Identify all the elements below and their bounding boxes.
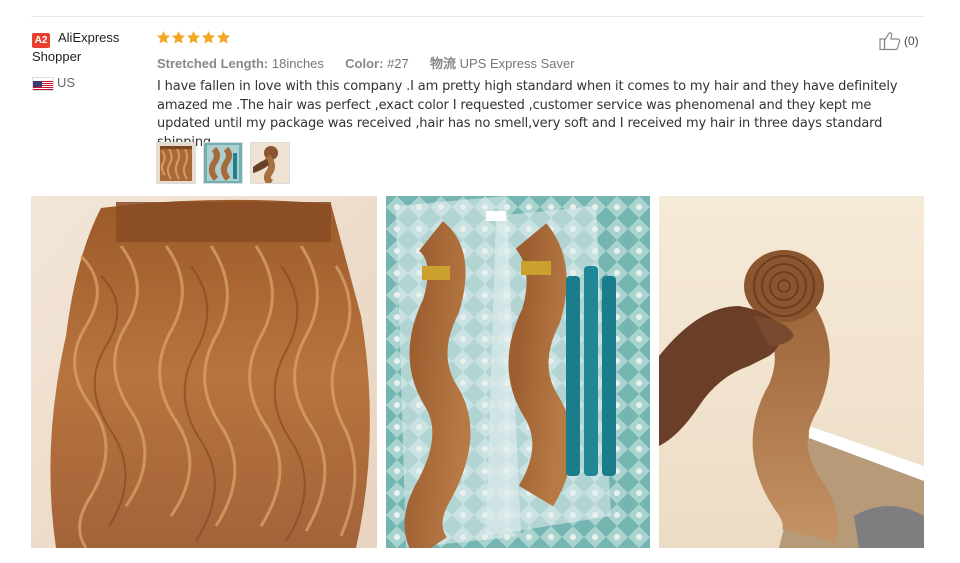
star-icon <box>171 30 186 44</box>
hair-bundles-packaged-thumbnail[interactable] <box>203 142 243 184</box>
star-icon <box>156 30 171 44</box>
hair-bundle-in-hand-photo[interactable] <box>659 196 924 548</box>
color-value: #27 <box>387 56 409 71</box>
reviewer-name-line1: AliExpress <box>58 30 120 45</box>
shipping-value: UPS Express Saver <box>459 56 575 71</box>
review-thumbnails <box>156 142 290 184</box>
hair-weft-photo[interactable] <box>31 196 377 548</box>
us-flag-icon <box>32 77 54 91</box>
top-divider <box>31 16 924 17</box>
hair-weft-thumbnail[interactable] <box>156 142 196 184</box>
rating-stars <box>156 30 231 46</box>
buyer-level-badge: A2 <box>32 33 50 48</box>
reviewer-country: US <box>57 75 76 90</box>
hair-bundles-packaged-photo[interactable] <box>386 196 650 548</box>
length-label: Stretched Length: <box>157 56 269 71</box>
thumbs-up-icon <box>879 32 901 51</box>
helpful-button[interactable]: (0) <box>879 31 919 51</box>
review-text: I have fallen in love with this company … <box>157 79 898 150</box>
hair-bundle-in-hand-thumbnail[interactable] <box>250 142 290 184</box>
order-info: Stretched Length: 18inches Color: #27 物流… <box>157 53 575 72</box>
helpful-count: (0) <box>904 34 919 48</box>
star-icon <box>216 30 231 44</box>
star-icon <box>201 30 216 44</box>
color-label: Color: <box>345 56 384 71</box>
reviewer-name-line2: Shopper <box>32 49 82 64</box>
length-value: 18inches <box>271 56 324 71</box>
shipping-label: 物流 <box>430 56 457 71</box>
star-icon <box>186 30 201 44</box>
